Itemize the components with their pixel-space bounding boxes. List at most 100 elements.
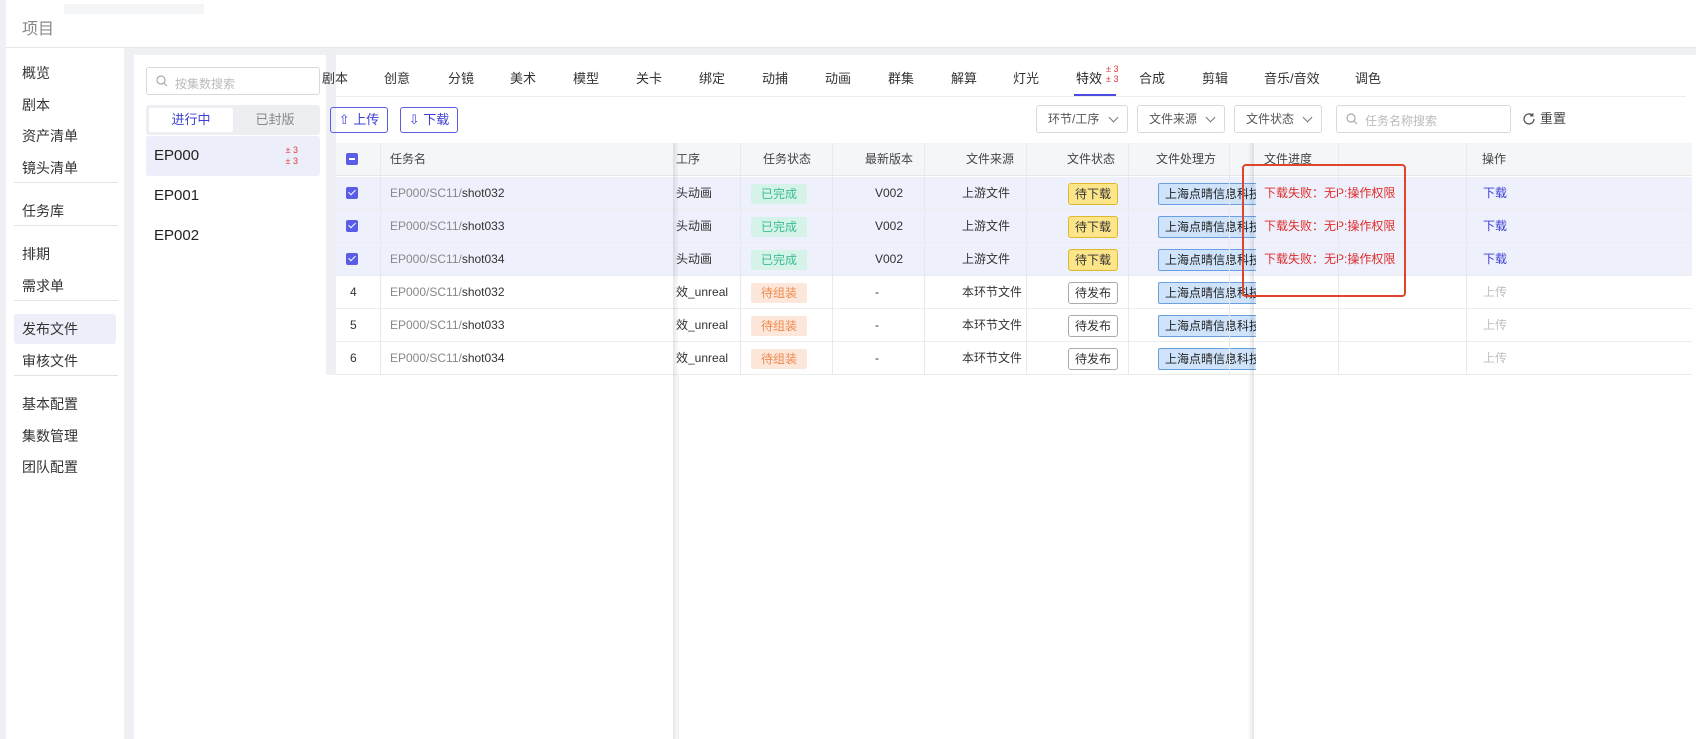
task-shot: shot032 xyxy=(461,186,505,200)
nav-divider xyxy=(14,182,118,183)
segment-sealed[interactable]: 已封版 xyxy=(233,108,317,132)
task-name[interactable]: EP000/SC11/shot033 xyxy=(390,210,670,243)
task-shot: shot034 xyxy=(461,252,505,266)
col-version: 最新版本 xyxy=(865,152,914,166)
files-table: 任务名 工序 任务状态 最新版本 文件来源 文件状态 文件处理方 文件进度 操作… xyxy=(318,143,1696,739)
task-name[interactable]: EP000/SC11/shot034 xyxy=(390,243,670,276)
segment-in-progress[interactable]: 进行中 xyxy=(149,108,233,132)
nav-item[interactable]: 团队配置 xyxy=(14,452,116,482)
top-bar: 项目 xyxy=(6,0,1696,48)
search-icon xyxy=(156,75,168,87)
process-cell: 头动画 xyxy=(676,186,713,200)
task-path: EP000/SC11/ xyxy=(390,351,462,365)
source-filter-select[interactable]: 文件来源 xyxy=(1137,105,1225,133)
column-divider xyxy=(832,143,833,375)
table-row[interactable]: 6 EP000/SC11/shot034 效_unreal 待组装 - 本环节文件 待发布 上… xyxy=(336,342,1692,375)
table-header: 任务名 工序 任务状态 最新版本 文件来源 文件状态 文件处理方 文件进度 操作 xyxy=(336,143,1692,176)
version-cell: V002 xyxy=(875,186,904,200)
episode-item-ep000[interactable]: EP000 ± 3 ± 3 xyxy=(146,136,320,176)
row-action-link[interactable]: 下载 xyxy=(1483,243,1507,276)
task-name[interactable]: EP000/SC11/shot034 xyxy=(390,342,670,375)
row-index: 5 xyxy=(350,318,357,332)
version-cell: - xyxy=(875,318,879,332)
task-status-tag: 待组装 xyxy=(751,349,808,369)
tab-item[interactable]: 绑定 xyxy=(699,68,725,87)
row-action-link[interactable]: 下载 xyxy=(1483,177,1507,210)
reset-button[interactable]: 重置 xyxy=(1522,105,1566,133)
row-checkbox[interactable] xyxy=(346,253,358,265)
episode-sync-badge: ± 3 ± 3 xyxy=(286,145,298,167)
tab-item[interactable]: 特效 xyxy=(1076,68,1102,87)
episode-search-input[interactable]: 按集数搜索 xyxy=(146,67,320,95)
nav-item[interactable]: 需求单 xyxy=(14,271,116,301)
search-icon xyxy=(1346,113,1358,125)
status-filter-select[interactable]: 文件状态 xyxy=(1234,105,1322,133)
tab-item[interactable]: 灯光 xyxy=(1013,68,1039,87)
tab-item[interactable]: 创意 xyxy=(384,68,410,87)
stage-filter-select[interactable]: 环节/工序 xyxy=(1036,105,1128,133)
file-status-tag: 待发布 xyxy=(1068,348,1119,370)
task-name[interactable]: EP000/SC11/shot032 xyxy=(390,177,670,210)
source-cell: 上游文件 xyxy=(962,219,1011,233)
chevron-down-icon xyxy=(1205,112,1216,123)
file-status-tag: 待下载 xyxy=(1068,183,1119,205)
file-status-tag: 待发布 xyxy=(1068,315,1119,337)
task-shot: shot034 xyxy=(461,351,505,365)
row-checkbox[interactable] xyxy=(346,220,358,232)
table-row[interactable]: EP000/SC11/shot034 头动画 已完成 V002 上游文件 待下载 上海点晴信… xyxy=(336,243,1692,276)
handler-tag: 上海点晴信息科技有限公司 xyxy=(1158,348,1256,370)
table-row[interactable]: 5 EP000/SC11/shot033 效_unreal 待组装 - 本环节文件 待发布 上… xyxy=(336,309,1692,342)
nav-item[interactable]: 发布文件 xyxy=(14,314,116,344)
tab-item[interactable]: 关卡 xyxy=(636,68,662,87)
nav-item[interactable]: 镜头清单 xyxy=(14,153,116,183)
file-status-tag: 待发布 xyxy=(1068,282,1119,304)
nav-item[interactable]: 剧本 xyxy=(14,90,116,120)
tab-item[interactable]: 音乐/音效 xyxy=(1264,68,1320,87)
version-cell: - xyxy=(875,285,879,299)
table-row[interactable]: EP000/SC11/shot033 头动画 已完成 V002 上游文件 待下载 上海点晴信… xyxy=(336,210,1692,243)
episode-item-ep002[interactable]: EP002 xyxy=(146,216,320,256)
column-divider xyxy=(740,143,741,375)
tab-item[interactable]: 剧本 xyxy=(322,68,348,87)
episode-item-ep001[interactable]: EP001 xyxy=(146,176,320,216)
tab-item[interactable]: 剪辑 xyxy=(1202,68,1228,87)
row-action-link[interactable]: 下载 xyxy=(1483,210,1507,243)
select-all-checkbox[interactable] xyxy=(346,153,358,165)
nav-item[interactable]: 基本配置 xyxy=(14,389,116,419)
row-action-link[interactable]: 上传 xyxy=(1483,276,1507,309)
nav-divider xyxy=(14,300,118,301)
tab-item[interactable]: 调色 xyxy=(1355,68,1381,87)
download-icon: ⇩ xyxy=(408,112,424,127)
nav-item[interactable]: 排期 xyxy=(14,239,116,269)
tab-item[interactable]: 美术 xyxy=(510,68,536,87)
tab-item[interactable]: 合成 xyxy=(1139,68,1165,87)
nav-item[interactable]: 集数管理 xyxy=(14,421,116,451)
task-name[interactable]: EP000/SC11/shot032 xyxy=(390,276,670,309)
tab-item[interactable]: 动画 xyxy=(825,68,851,87)
table-row[interactable]: 4 EP000/SC11/shot032 效_unreal 待组装 - 本环节文件 待发布 上… xyxy=(336,276,1692,309)
tab-item[interactable]: 解算 xyxy=(951,68,977,87)
refresh-icon xyxy=(1523,113,1535,125)
task-search-input[interactable]: 任务名称搜索 xyxy=(1336,105,1511,133)
page-title: 项目 xyxy=(22,21,55,38)
tab-item[interactable]: 分镜 xyxy=(448,68,474,87)
table-row[interactable]: EP000/SC11/shot032 头动画 已完成 V002 上游文件 待下载 上海点晴信… xyxy=(336,177,1692,210)
row-action-link[interactable]: 上传 xyxy=(1483,342,1507,375)
tab-item[interactable]: 群集 xyxy=(888,68,914,87)
version-cell: - xyxy=(875,351,879,365)
nav-item[interactable]: 审核文件 xyxy=(14,346,116,376)
nav-item[interactable]: 概览 xyxy=(14,58,116,88)
task-name[interactable]: EP000/SC11/shot033 xyxy=(390,309,670,342)
row-checkbox[interactable] xyxy=(346,187,358,199)
tab-item[interactable]: 模型 xyxy=(573,68,599,87)
download-label: 下载 xyxy=(423,112,450,127)
row-action-link[interactable]: 上传 xyxy=(1483,309,1507,342)
download-button[interactable]: ⇩ 下载 xyxy=(400,107,458,133)
nav-item[interactable]: 任务库 xyxy=(14,196,116,226)
nav-item[interactable]: 资产清单 xyxy=(14,121,116,151)
chevron-down-icon xyxy=(1108,112,1119,123)
upload-button[interactable]: ⇧ 上传 xyxy=(330,107,388,133)
col-source: 文件来源 xyxy=(966,152,1015,166)
tab-item[interactable]: 动捕 xyxy=(762,68,788,87)
task-path: EP000/SC11/ xyxy=(390,186,462,200)
